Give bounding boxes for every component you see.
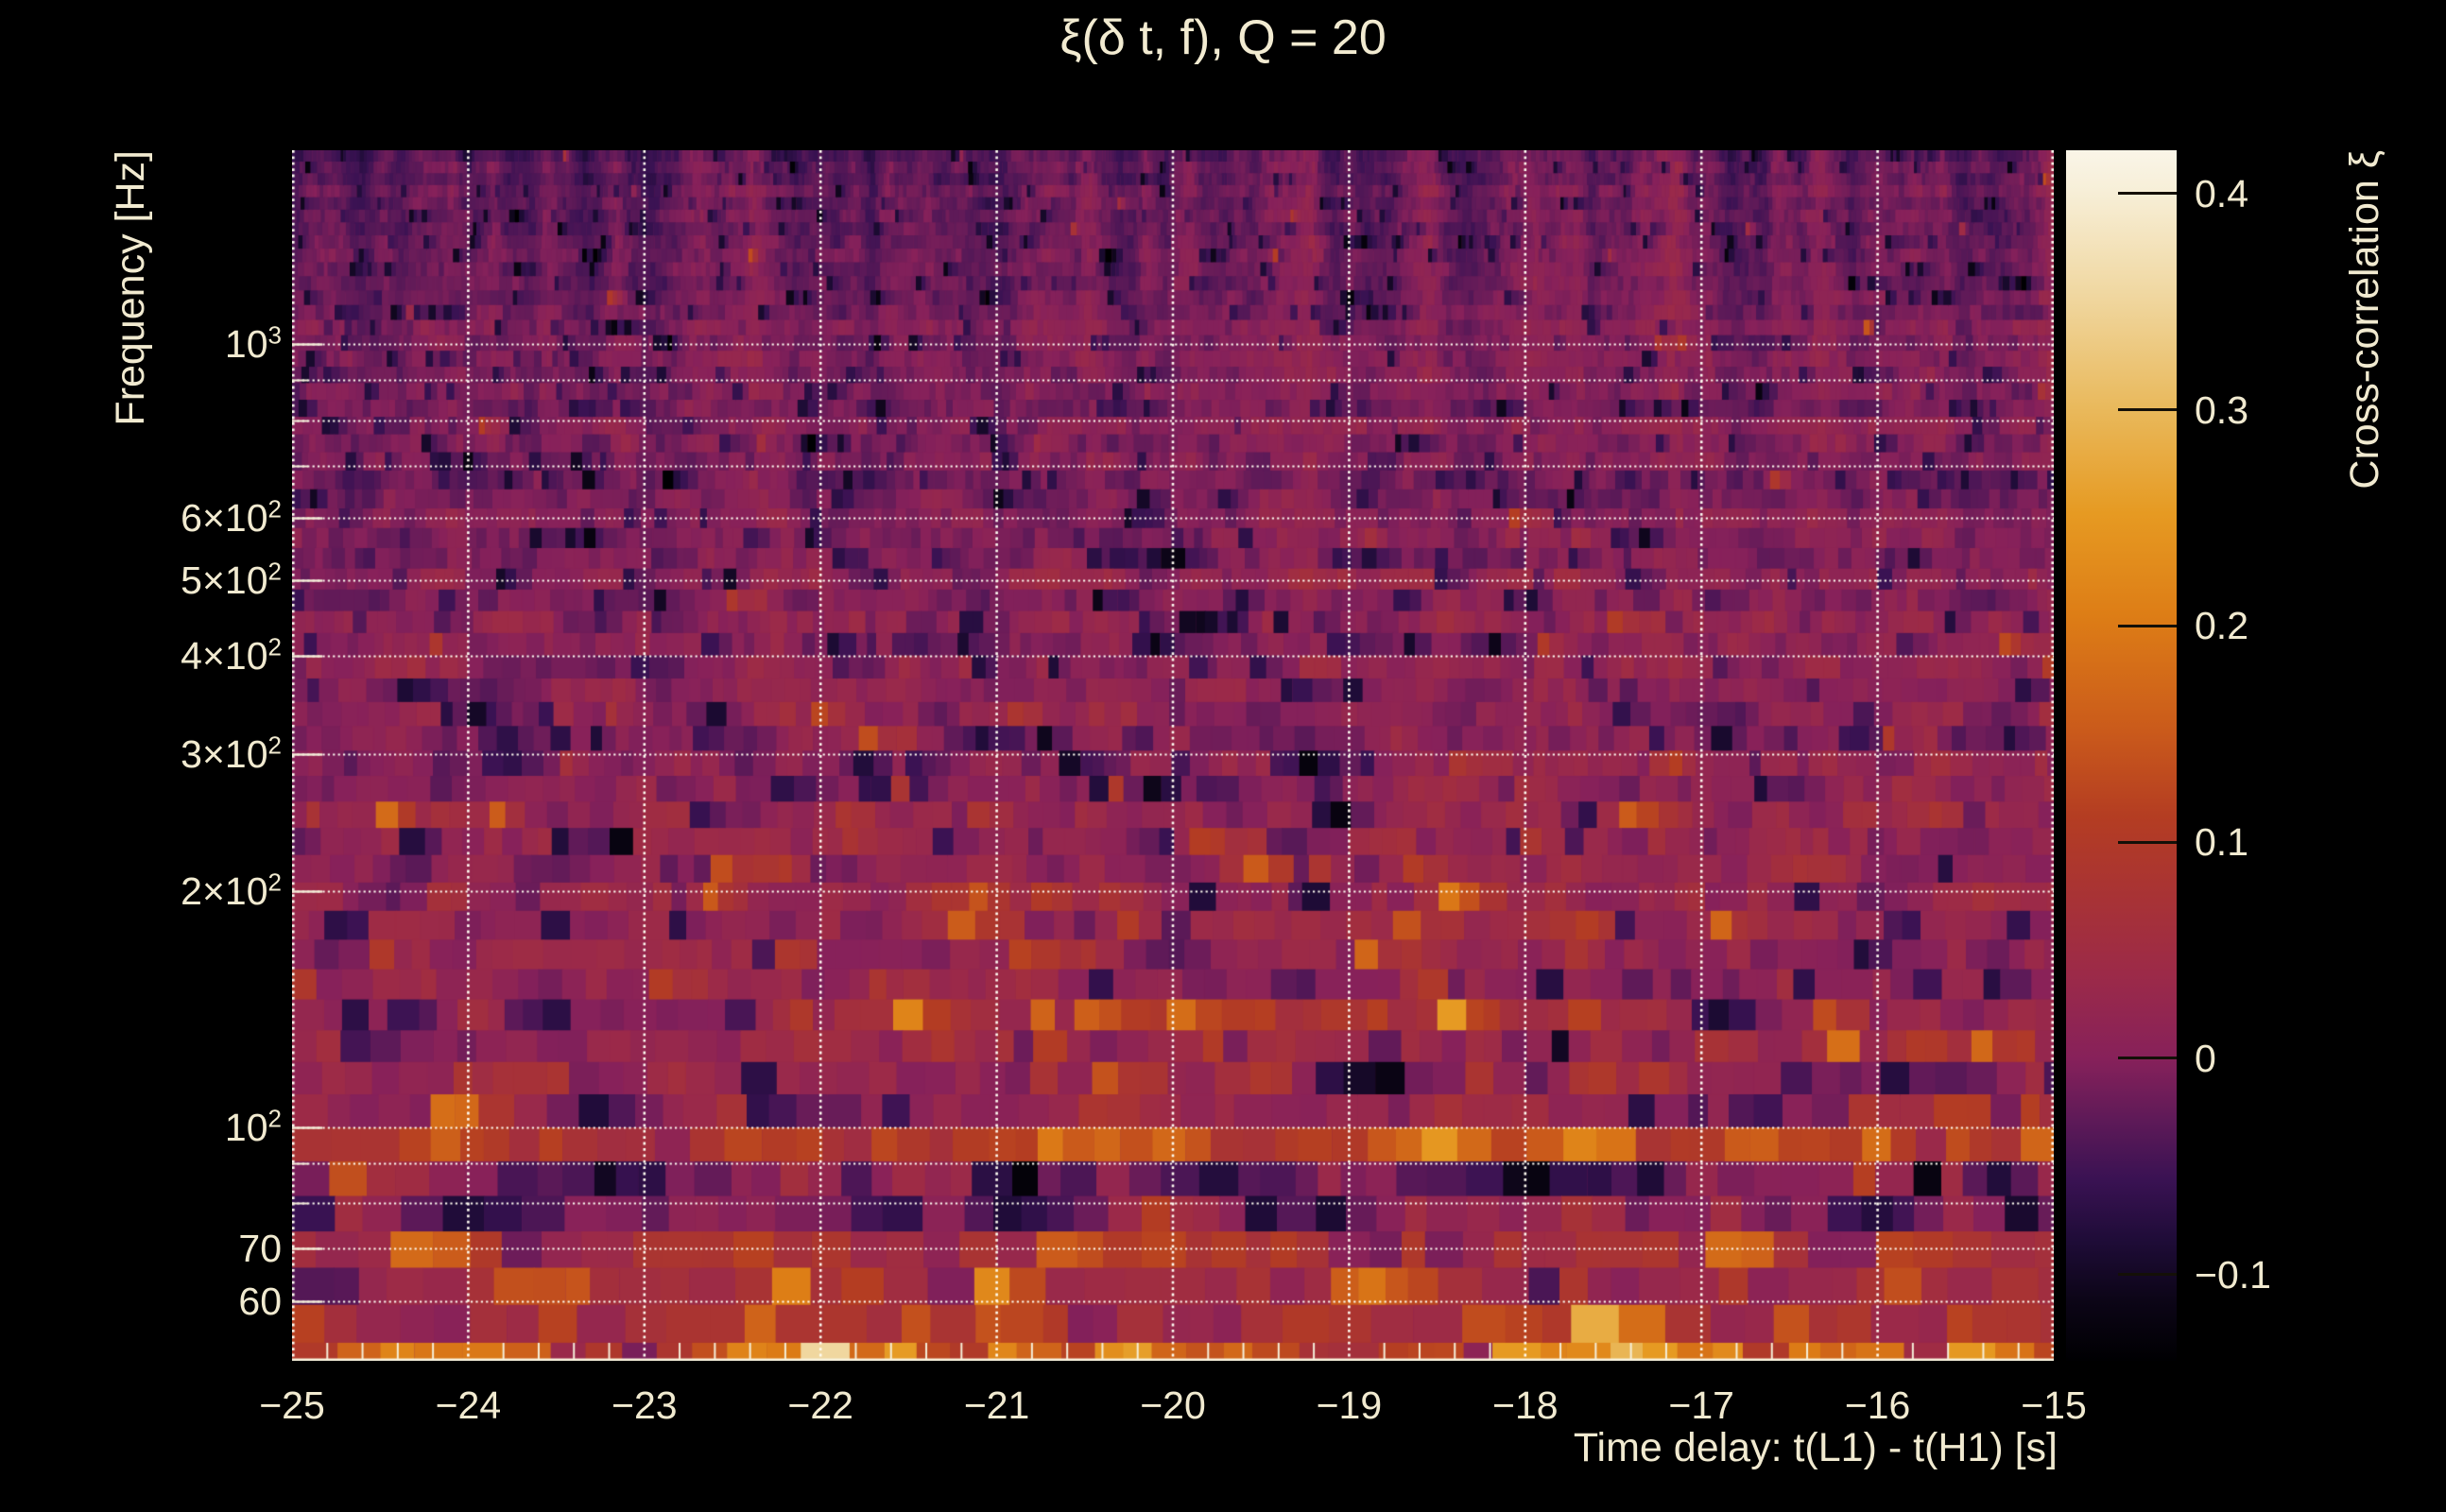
- x-tick-label: −19: [1317, 1382, 1383, 1429]
- colorbar-tick-label: 0.3: [2195, 385, 2248, 436]
- colorbar-tick-mark: [2118, 1057, 2177, 1059]
- figure: ξ(δ t, f), Q = 20 Frequency [Hz] 103 6×10…: [0, 0, 2446, 1512]
- y-tick-label: 102: [0, 1102, 282, 1153]
- y-tick-label: 5×102: [0, 555, 282, 606]
- y-tick-label: 70: [0, 1223, 282, 1274]
- x-tick-label: −22: [787, 1382, 853, 1429]
- colorbar-tick-mark: [2118, 1273, 2177, 1276]
- colorbar-tick-label: 0: [2195, 1033, 2216, 1084]
- y-tick-label: 103: [0, 318, 282, 369]
- x-tick-label: −21: [964, 1382, 1030, 1429]
- colorbar-title: Cross-correlation ξ: [2340, 150, 2389, 490]
- colorbar-tick-mark: [2118, 408, 2177, 411]
- x-tick-label: −16: [1845, 1382, 1911, 1429]
- chart-title: ξ(δ t, f), Q = 20: [0, 9, 2446, 66]
- colorbar-tick-label: 0.2: [2195, 600, 2248, 651]
- colorbar-tick-label: 0.1: [2195, 816, 2248, 868]
- colorbar-tick-mark: [2118, 841, 2177, 844]
- colorbar-tick-label: 0.4: [2195, 168, 2248, 219]
- x-tick-label: −18: [1492, 1382, 1559, 1429]
- colorbar-tick-mark: [2118, 192, 2177, 195]
- x-tick-label: −25: [259, 1382, 325, 1429]
- x-tick-label: −23: [612, 1382, 678, 1429]
- x-tick-label: −24: [436, 1382, 502, 1429]
- y-tick-label: 6×102: [0, 492, 282, 543]
- y-tick-label: 2×102: [0, 866, 282, 917]
- colorbar-tick-label: −0.1: [2195, 1249, 2271, 1300]
- x-tick-label: −17: [1668, 1382, 1734, 1429]
- colorbar-gradient: [2066, 150, 2177, 1361]
- y-tick-label: 3×102: [0, 729, 282, 780]
- heatmap-canvas: [292, 150, 2054, 1361]
- y-axis-title: Frequency [Hz]: [106, 150, 155, 426]
- x-tick-label: −20: [1140, 1382, 1206, 1429]
- y-tick-label: 4×102: [0, 630, 282, 681]
- x-tick-label: −15: [2021, 1382, 2087, 1429]
- x-axis-title: Time delay: t(L1) - t(H1) [s]: [1574, 1425, 2058, 1471]
- y-tick-label: 60: [0, 1276, 282, 1327]
- colorbar-tick-mark: [2118, 625, 2177, 627]
